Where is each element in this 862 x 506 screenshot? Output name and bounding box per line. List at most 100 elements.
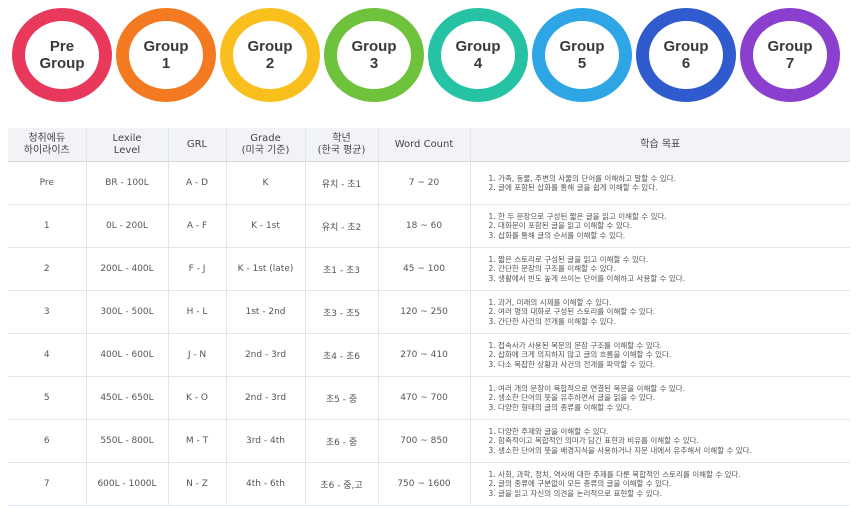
goal-line: 3. 다소 복잡한 상황과 사건의 전개를 파악할 수 있다.: [488, 359, 656, 369]
cell-learning-goals: 1. 접속사가 사용된 복문의 문장 구조를 이해할 수 있다. 2. 삽화에 크…: [470, 333, 850, 377]
cell-lexile: BR - 100L: [86, 161, 169, 205]
goal-line: 2. 대화문이 포함된 글을 읽고 이해할 수 있다.: [488, 221, 633, 231]
cell-grade: 3rd - 4th: [226, 419, 306, 463]
column-header: 학년 (한국 평균): [305, 128, 379, 162]
goal-line: 2. 함축적이고 복합적인 의미가 담긴 표현과 비유를 이해할 수 있다.: [488, 436, 699, 446]
cell-grl: A - D: [168, 161, 227, 205]
cell-word-count: 45 ~ 100: [378, 247, 471, 291]
goal-line: 2. 글의 종류에 구분없이 모든 종류의 글을 이해할 수 있다.: [488, 479, 672, 489]
cell-learning-goals: 1. 사회, 과학, 정치, 역사에 대한 주제를 다룬 복합적인 스토리를 이…: [470, 462, 850, 506]
goal-line: 1. 사회, 과학, 정치, 역사에 대한 주제를 다룬 복합적인 스토리를 이…: [488, 469, 741, 479]
column-header: Word Count: [378, 128, 471, 162]
cell-korean-grade: 초1 - 초3: [305, 247, 379, 291]
table-row: 5 450L - 650L K - O 2nd - 3rd 초5 - 중 470 ~ 70…: [8, 376, 850, 420]
column-header: Grade (미국 기준): [226, 128, 306, 162]
goal-line: 1. 한 두 문장으로 구성된 짧은 글을 읽고 이해할 수 있다.: [488, 211, 667, 221]
cell-learning-goals: 1. 여러 개의 문장이 복합적으로 연결된 복문을 이해할 수 있다. 2. 생…: [470, 376, 850, 420]
cell-grl: K - O: [168, 376, 227, 420]
table-row: 4 400L - 600L J - N 2nd - 3rd 초4 - 초6 270 ~ 4…: [8, 333, 850, 377]
column-header: GRL: [168, 128, 227, 162]
cell-group: 2: [8, 247, 87, 291]
table-row: 3 300L - 500L H - L 1st - 2nd 초3 - 초5 120 ~ 2…: [8, 290, 850, 334]
cell-korean-grade: 초4 - 초6: [305, 333, 379, 377]
ring-label: Group 7: [767, 38, 813, 72]
goal-line: 3. 생활에서 빈도 높게 쓰이는 단어를 이해하고 사용할 수 있다.: [488, 273, 686, 283]
cell-korean-grade: 초6 - 중,고: [305, 462, 379, 506]
cell-grl: H - L: [168, 290, 227, 334]
cell-korean-grade: 유치 - 초1: [305, 161, 379, 205]
cell-learning-goals: 1. 짧은 스토리로 구성된 글을 읽고 이해할 수 있다. 2. 간단한 문장의…: [470, 247, 850, 291]
table-row: 2 200L - 400L F - JK - 1st (late) 초1 - 초3 45…: [8, 247, 850, 291]
group-ring: Pre Group: [12, 8, 112, 102]
ring-label: Group 5: [559, 38, 605, 72]
cell-lexile: 200L - 400L: [86, 247, 169, 291]
cell-grl: F - J: [168, 247, 227, 291]
cell-lexile: 0L - 200L: [86, 204, 169, 248]
cell-grl: A - F: [168, 204, 227, 248]
cell-lexile: 450L - 650L: [86, 376, 169, 420]
group-ring: Group 7: [740, 8, 840, 102]
goal-line: 2. 간단한 문장의 구조를 이해할 수 있다.: [488, 264, 616, 274]
cell-learning-goals: 1. 한 두 문장으로 구성된 짧은 글을 읽고 이해할 수 있다. 2. 대화문…: [470, 204, 850, 248]
goal-line: 2. 삽화에 크게 의지하지 않고 글의 흐름을 이해할 수 있다.: [488, 350, 672, 360]
cell-grade: K - 1st (late): [226, 247, 306, 291]
cell-korean-grade: 초6 - 중: [305, 419, 379, 463]
ring-label: Group 3: [351, 38, 397, 72]
cell-group: Pre: [8, 161, 87, 205]
cell-group: 6: [8, 419, 87, 463]
cell-word-count: 470 ~ 700: [378, 376, 471, 420]
goal-line: 3. 삽화를 통해 글의 순서를 이해할 수 있다.: [488, 230, 626, 240]
cell-korean-grade: 초3 - 초5: [305, 290, 379, 334]
goal-line: 1. 짧은 스토리로 구성된 글을 읽고 이해할 수 있다.: [488, 254, 649, 264]
cell-group: 1: [8, 204, 87, 248]
cell-grade: 2nd - 3rd: [226, 376, 306, 420]
group-ring: Group 6: [636, 8, 736, 102]
column-header: 청취에듀 하이라이츠: [8, 128, 87, 162]
cell-lexile: 600L - 1000L: [86, 462, 169, 506]
goal-line: 1. 여러 개의 문장이 복합적으로 연결된 복문을 이해할 수 있다.: [488, 383, 686, 393]
cell-group: 3: [8, 290, 87, 334]
table-header-row: 청취에듀 하이라이츠 Lexile Level GRL Grade (미국 기준) 학년…: [8, 128, 850, 162]
ring-label: Group 4: [455, 38, 501, 72]
group-ring: Group 4: [428, 8, 528, 102]
goal-line: 3. 글을 읽고 자신의 의견을 논리적으로 표현할 수 있다.: [488, 488, 663, 498]
goal-line: 3. 생소한 단어의 뜻을 배경지식을 사용하거나 지문 내에서 유추해서 이해…: [488, 445, 752, 455]
goal-line: 1. 과거, 미래의 시제를 이해할 수 있다.: [488, 297, 612, 307]
cell-word-count: 270 ~ 410: [378, 333, 471, 377]
cell-group: 7: [8, 462, 87, 506]
cell-group: 4: [8, 333, 87, 377]
goal-line: 1. 접속사가 사용된 복문의 문장 구조를 이해할 수 있다.: [488, 340, 663, 350]
goal-line: 3. 다양한 형태의 글의 종류를 이해할 수 있다.: [488, 402, 633, 412]
ring-label: Group 6: [663, 38, 709, 72]
goal-line: 2. 생소한 단어의 뜻을 유추하면서 글을 읽을 수 있다.: [488, 393, 656, 403]
goal-line: 1. 다양한 주제와 글을 이해할 수 있다.: [488, 426, 609, 436]
cell-word-count: 750 ~ 1600: [378, 462, 471, 506]
column-header: Lexile Level: [86, 128, 169, 162]
group-ring: Group 5: [532, 8, 632, 102]
goal-line: 1. 가족, 동물, 주변의 사물의 단어를 이해하고 말할 수 있다.: [488, 173, 677, 183]
group-ring-row: Pre Group Group 1 Group 2 Group 3 Group 4 Gro…: [0, 0, 862, 110]
goal-line: 2. 여러 명의 대화로 구성된 스토리를 이해할 수 있다.: [488, 307, 656, 317]
cell-grade: 2nd - 3rd: [226, 333, 306, 377]
group-ring: Group 1: [116, 8, 216, 102]
cell-grade: 1st - 2nd: [226, 290, 306, 334]
cell-word-count: 18 ~ 60: [378, 204, 471, 248]
table-row: 1 0L - 200L A - FK - 1st 유치 - 초2 18 ~ 60 1. 한…: [8, 204, 850, 248]
ring-label: Pre Group: [39, 38, 85, 72]
cell-word-count: 120 ~ 250: [378, 290, 471, 334]
level-table: 청취에듀 하이라이츠 Lexile Level GRL Grade (미국 기준) 학년…: [8, 128, 850, 506]
goal-line: 2. 글에 포함된 삽화를 통해 글을 쉽게 이해할 수 있다.: [488, 183, 658, 192]
ring-label: Group 2: [247, 38, 293, 72]
table-row: Pre BR - 100L A - D K 유치 - 초1 7 ~ 20 1. 가족, 동물…: [8, 161, 850, 205]
cell-grl: N - Z: [168, 462, 227, 506]
table-row: 6 550L - 800L M - T 3rd - 4th 초6 - 중 700 ~ 85…: [8, 419, 850, 463]
cell-grl: J - N: [168, 333, 227, 377]
cell-lexile: 550L - 800L: [86, 419, 169, 463]
ring-label: Group 1: [143, 38, 189, 72]
cell-grl: M - T: [168, 419, 227, 463]
cell-word-count: 700 ~ 850: [378, 419, 471, 463]
cell-word-count: 7 ~ 20: [378, 161, 471, 205]
cell-grade: 4th - 6th: [226, 462, 306, 506]
cell-grade: K: [226, 161, 306, 205]
column-header: 학습 목표: [470, 128, 850, 162]
